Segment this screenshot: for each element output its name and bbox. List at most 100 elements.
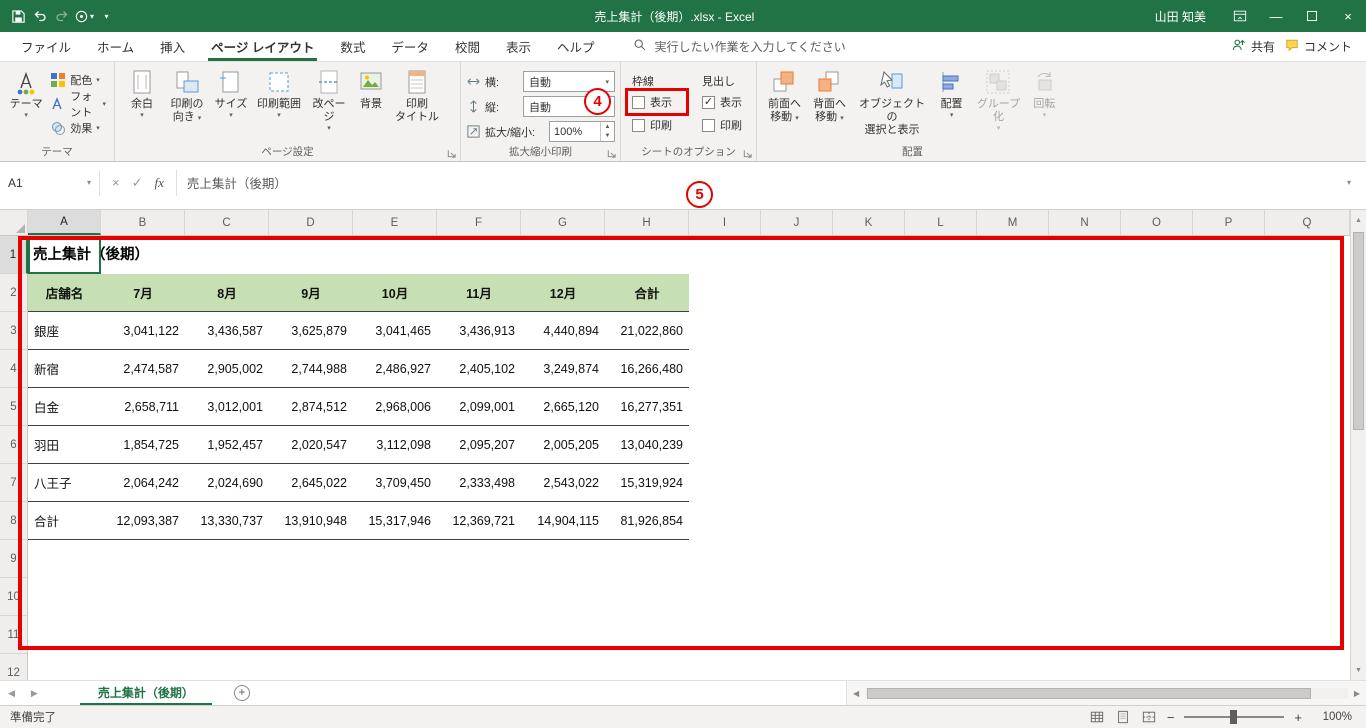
column-header-G[interactable]: G [521,210,605,235]
cell[interactable]: 3,249,874 [521,350,605,387]
cell[interactable]: 2,333,498 [437,464,521,501]
column-header-K[interactable]: K [833,210,905,235]
row-header-1[interactable]: 1 [0,236,28,274]
column-header-L[interactable]: L [905,210,977,235]
sheet-tab-active[interactable]: 売上集計（後期） [79,681,212,705]
cell[interactable]: 3,112,098 [353,426,437,463]
column-header-I[interactable]: I [689,210,761,235]
cell-A1[interactable]: 売上集計（後期） [33,236,149,274]
cell[interactable]: 2,658,711 [101,388,185,425]
cell[interactable]: 12月 [521,274,605,311]
column-header-O[interactable]: O [1121,210,1193,235]
print-titles-button[interactable]: 印刷 タイトル [390,65,444,143]
zoom-slider[interactable] [1184,710,1285,724]
share-button[interactable]: 共有 [1232,38,1275,55]
sheet-options-dialog-launcher[interactable] [742,146,754,158]
customize-qat-icon[interactable]: ▾ [96,4,116,28]
cell[interactable]: 8月 [185,274,269,311]
cell[interactable]: 14,904,115 [521,502,605,539]
formula-input[interactable]: 売上集計（後期） [177,170,1336,196]
undo-icon[interactable] [30,4,50,28]
column-header-H[interactable]: H [605,210,689,235]
cell[interactable]: 2,024,690 [185,464,269,501]
cell[interactable]: 10月 [353,274,437,311]
theme-fonts-button[interactable]: フォント ▾ [47,91,109,119]
cell[interactable]: 2,543,022 [521,464,605,501]
cell[interactable]: 3,436,913 [437,312,521,349]
tab-ヘルプ[interactable]: ヘルプ [544,32,608,61]
insert-function-icon[interactable]: fx [155,175,164,191]
cell[interactable]: 八王子 [28,464,101,501]
row-header-4[interactable]: 4 [0,350,28,388]
tab-ファイル[interactable]: ファイル [8,32,84,61]
align-button[interactable]: 配置 ▾ [932,65,971,143]
column-header-P[interactable]: P [1193,210,1265,235]
maximize-button[interactable] [1294,0,1330,32]
size-button[interactable]: サイズ ▾ [210,65,252,143]
cell[interactable]: 7月 [101,274,185,311]
cell[interactable]: 2,405,102 [437,350,521,387]
row-header-3[interactable]: 3 [0,312,28,350]
column-header-N[interactable]: N [1049,210,1121,235]
row-header-9[interactable]: 9 [0,540,28,578]
cell[interactable]: 白金 [28,388,101,425]
horizontal-scrollbar[interactable]: ◀ ▶ [846,681,1366,705]
tab-ホーム[interactable]: ホーム [84,32,147,61]
cell[interactable]: 2,099,001 [437,388,521,425]
scroll-left-icon[interactable]: ◀ [847,689,865,698]
cell[interactable]: 3,709,450 [353,464,437,501]
cell[interactable]: 合計 [28,502,101,539]
headings-print-checkbox[interactable]: ✓ 印刷 [702,116,754,134]
cancel-icon[interactable]: × [112,175,120,190]
cell[interactable]: 21,022,860 [605,312,689,349]
cell[interactable]: 2,905,002 [185,350,269,387]
breaks-button[interactable]: 改ページ ▾ [306,65,352,143]
cell[interactable]: 新宿 [28,350,101,387]
tab-ページ レイアウト[interactable]: ページ レイアウト [198,32,327,61]
tab-挿入[interactable]: 挿入 [147,32,198,61]
column-header-M[interactable]: M [977,210,1049,235]
expand-formula-bar-icon[interactable]: ▾ [1336,178,1362,187]
hscroll-track[interactable] [865,687,1348,699]
sheet-nav-right-icon[interactable]: ▶ [23,688,46,699]
row-header-7[interactable]: 7 [0,464,28,502]
cell[interactable]: 2,486,927 [353,350,437,387]
cell[interactable]: 15,317,946 [353,502,437,539]
cell[interactable]: 3,041,465 [353,312,437,349]
column-header-J[interactable]: J [761,210,833,235]
cell[interactable]: 2,474,587 [101,350,185,387]
cell[interactable]: 3,436,587 [185,312,269,349]
column-header-C[interactable]: C [185,210,269,235]
scroll-right-icon[interactable]: ▶ [1348,689,1366,698]
row-header-12[interactable]: 12 [0,654,28,680]
margins-button[interactable]: 余白 ▾ [120,65,164,143]
tab-データ[interactable]: データ [378,32,442,61]
spinner-arrows[interactable]: ▲ ▼ [600,122,614,141]
cell[interactable]: 2,020,547 [269,426,353,463]
redo-icon[interactable] [52,4,72,28]
cell[interactable]: 1,854,725 [101,426,185,463]
scroll-up-icon[interactable]: ▲ [1351,210,1366,230]
gridlines-print-checkbox[interactable]: ✓ 印刷 [632,116,688,134]
hscroll-thumb[interactable] [867,687,1312,699]
row-header-5[interactable]: 5 [0,388,28,426]
group-button[interactable]: グループ化 ▾ [971,65,1026,143]
column-header-Q[interactable]: Q [1265,210,1350,235]
cell[interactable]: 2,665,120 [521,388,605,425]
page-layout-view-icon[interactable] [1115,709,1131,725]
cell[interactable]: 2,064,242 [101,464,185,501]
cell[interactable]: 3,012,001 [185,388,269,425]
cell[interactable]: 12,369,721 [437,502,521,539]
scale-dialog-launcher[interactable] [606,146,618,158]
close-button[interactable]: × [1330,0,1366,32]
cell[interactable]: 11月 [437,274,521,311]
rotate-button[interactable]: 回転 ▾ [1026,65,1063,143]
headings-view-checkbox[interactable]: ✓ 表示 [702,93,754,111]
scale-width-select[interactable]: 自動 ▾ [523,71,615,92]
column-header-D[interactable]: D [269,210,353,235]
row-header-11[interactable]: 11 [0,616,28,654]
tab-数式[interactable]: 数式 [327,32,378,61]
print-area-button[interactable]: 印刷範囲 ▾ [252,65,306,143]
background-button[interactable]: 背景 [352,65,390,143]
column-header-E[interactable]: E [353,210,437,235]
